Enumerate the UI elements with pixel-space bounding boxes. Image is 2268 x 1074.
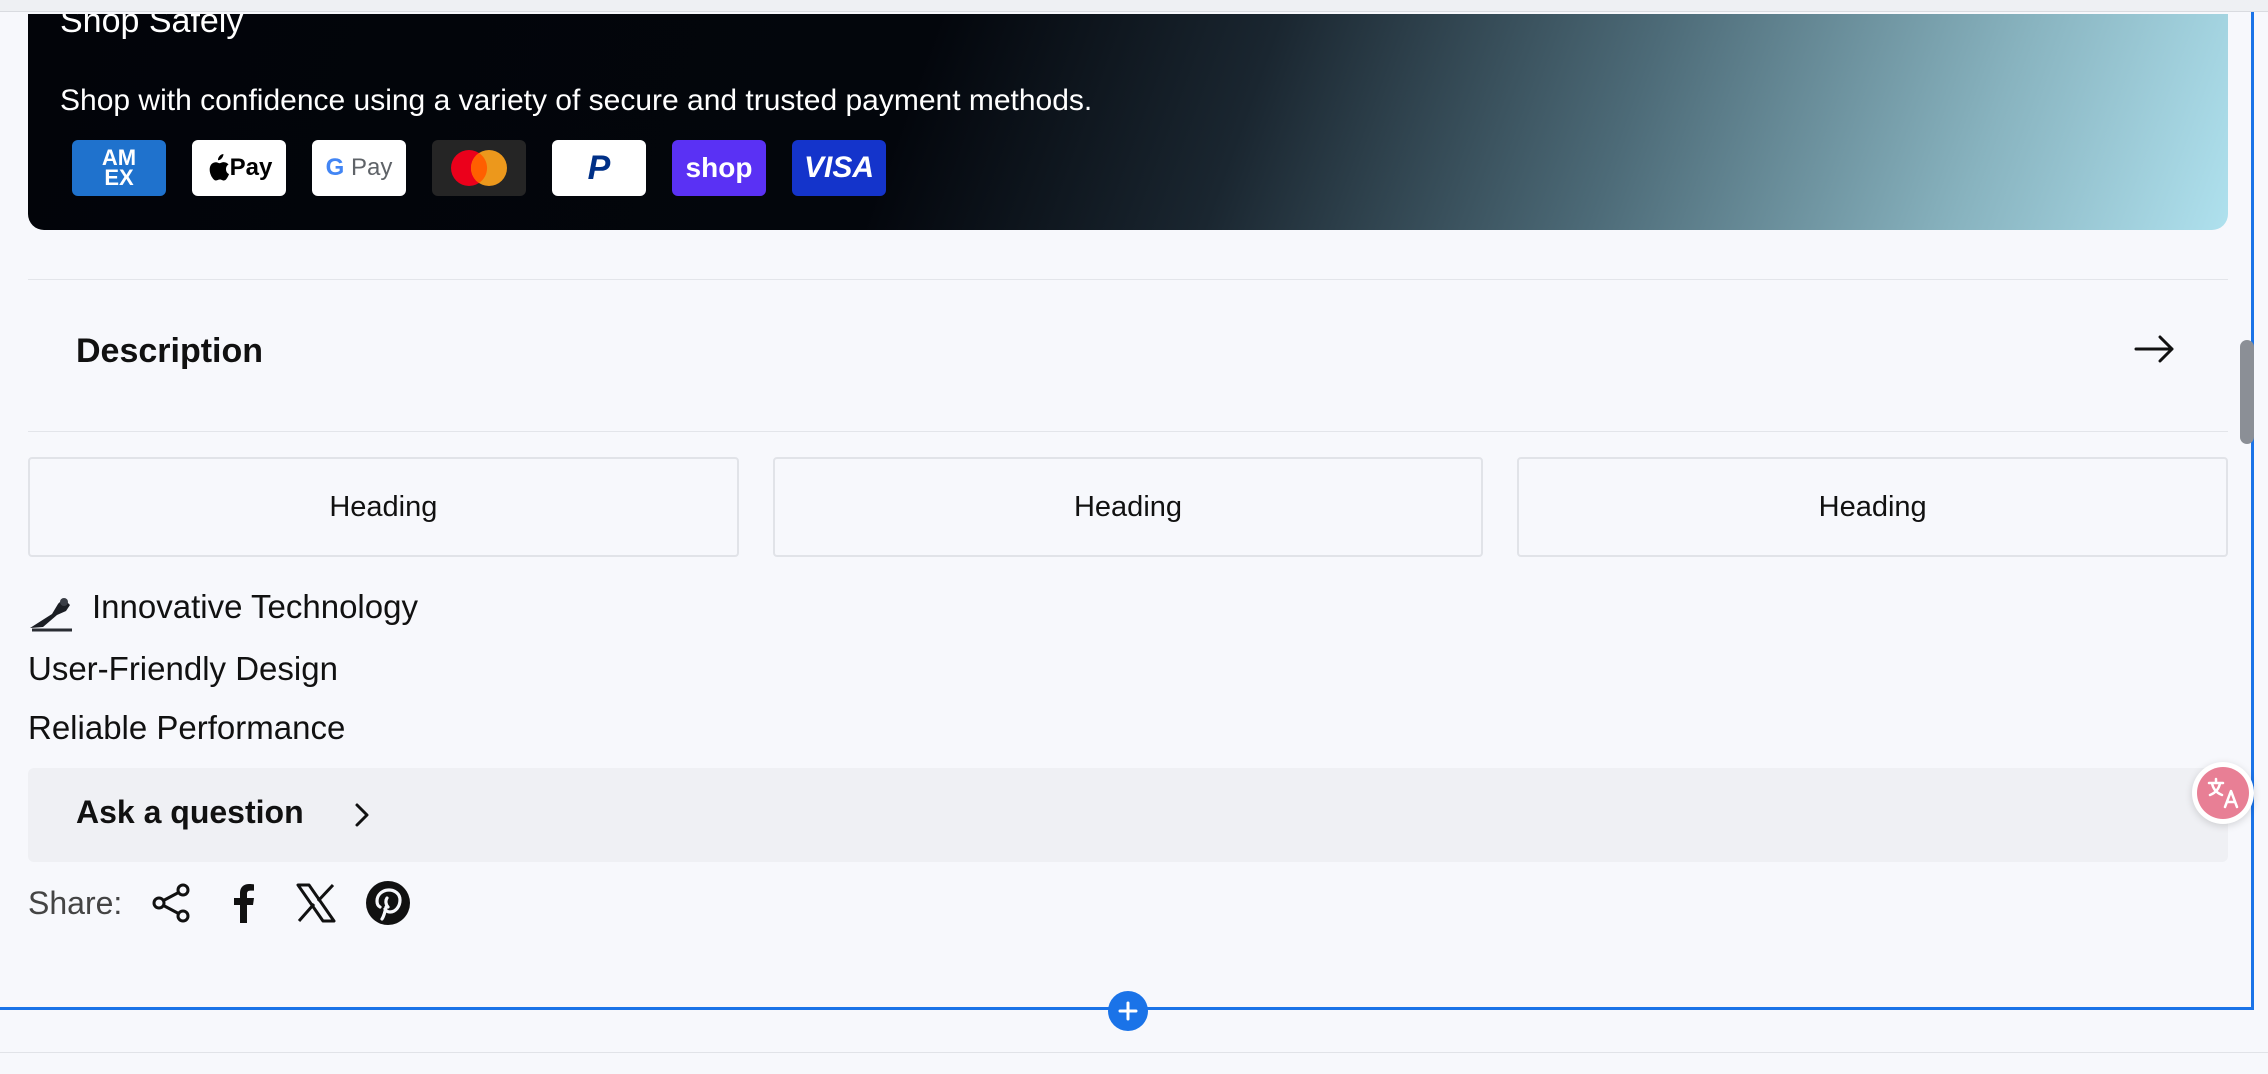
visa-icon: VISA <box>792 140 886 196</box>
translate-icon <box>2197 767 2249 819</box>
section-divider <box>0 1052 2268 1053</box>
heading-tab-1[interactable]: Heading <box>28 457 739 557</box>
chevron-right-icon <box>355 803 369 827</box>
share-label: Share: <box>28 884 123 921</box>
mastercard-icon <box>432 140 526 196</box>
amex-icon: AM EX <box>72 140 166 196</box>
banner-text: Shop with confidence using a variety of … <box>60 84 1093 117</box>
share-row: Share: <box>28 878 436 928</box>
google-pay-icon: G Pay <box>312 140 406 196</box>
feature-user-friendly-design: User-Friendly Design <box>28 650 338 687</box>
heading-tab-2[interactable]: Heading <box>772 457 1484 557</box>
divider <box>28 431 2228 432</box>
pinterest-icon[interactable] <box>364 879 412 927</box>
add-section-button[interactable] <box>1108 991 1148 1031</box>
heading-tab-3[interactable]: Heading <box>1517 457 2229 557</box>
ask-a-question-button[interactable]: Ask a question <box>28 768 2228 862</box>
shop-safely-banner: Shop Safely Shop with confidence using a… <box>28 14 2228 230</box>
description-title: Description <box>76 332 264 370</box>
browser-top-edge <box>0 0 2268 12</box>
paypal-icon: P <box>552 140 646 196</box>
facebook-icon[interactable] <box>220 879 268 927</box>
share-icon[interactable] <box>148 879 196 927</box>
description-accordion[interactable]: Description <box>28 280 2228 430</box>
apple-pay-icon: Pay <box>192 140 286 196</box>
banner-title: Shop Safely <box>60 14 244 40</box>
translate-widget-button[interactable] <box>2192 762 2254 824</box>
scrollbar-thumb[interactable] <box>2240 340 2254 444</box>
feature-innovative-technology: Innovative Technology <box>92 588 418 625</box>
payment-methods: AM EX Pay G Pay P shop VISA <box>72 140 886 196</box>
feature-reliable-performance: Reliable Performance <box>28 709 346 746</box>
plus-icon <box>1118 1001 1138 1021</box>
heading-tabs: Heading Heading Heading <box>28 457 2229 557</box>
product-thumbnail <box>28 592 76 632</box>
shop-pay-icon: shop <box>672 140 766 196</box>
arrow-right-icon <box>2134 335 2174 363</box>
ask-a-question-label: Ask a question <box>76 794 304 830</box>
x-twitter-icon[interactable] <box>292 879 340 927</box>
